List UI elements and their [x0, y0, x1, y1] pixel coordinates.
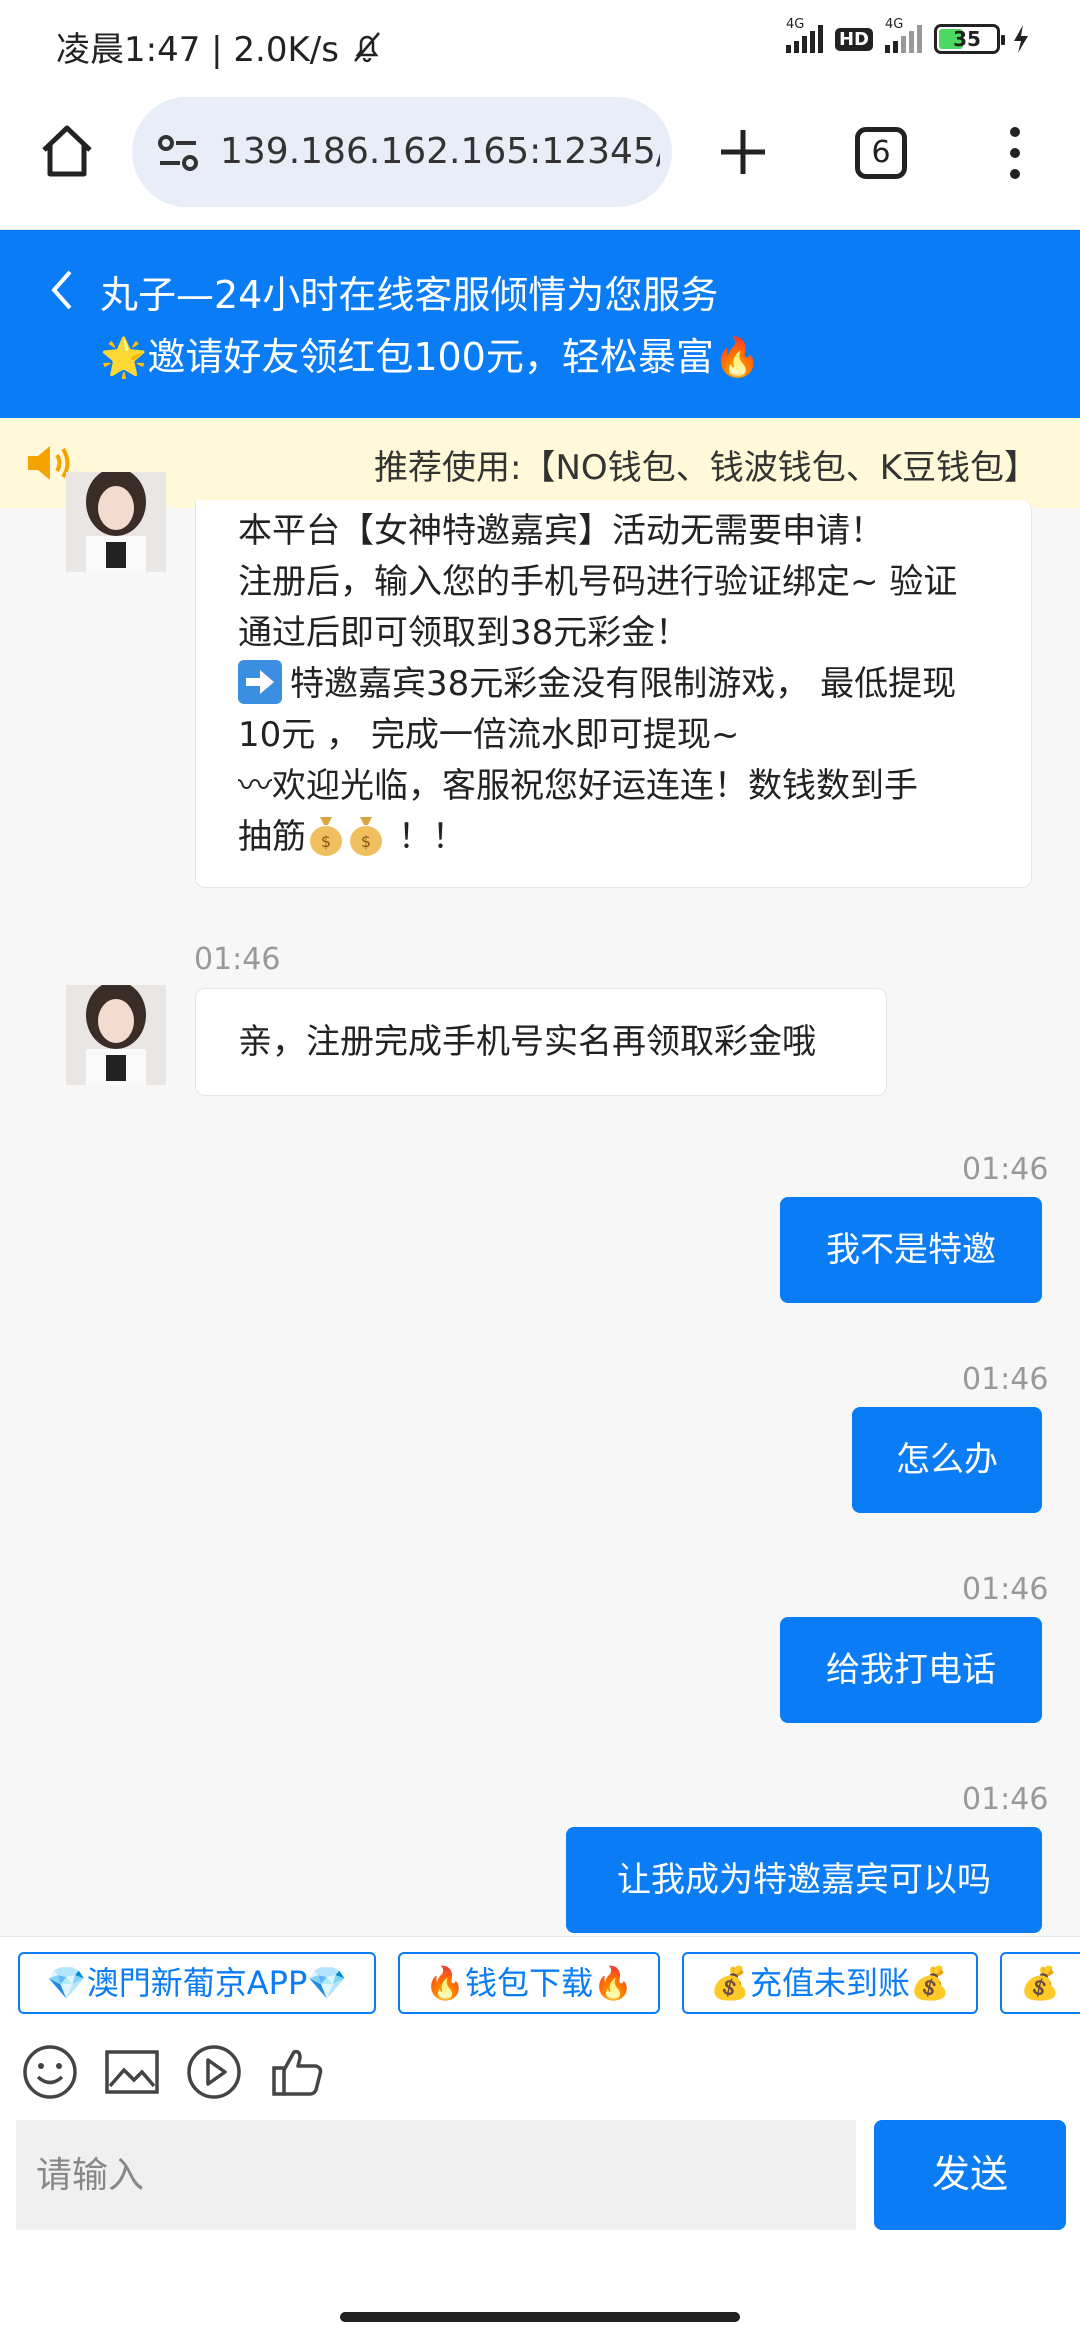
input-toolbar	[0, 2032, 1080, 2120]
bottom-area	[0, 2230, 1080, 2340]
message-line-text: 特邀嘉宾38元彩金没有限制游戏， 最低提现	[290, 664, 957, 704]
message-line: 本平台【女神特邀嘉宾】活动无需要申请！	[238, 511, 884, 551]
tab-switcher-button[interactable]: 6	[855, 127, 907, 179]
message-bubble-incoming: 亲，注册完成手机号实名再领取彩金哦	[195, 988, 887, 1096]
message-bubble-outgoing: 我不是特邀	[780, 1197, 1042, 1303]
message-time: 01:46	[962, 1152, 1049, 1187]
home-icon[interactable]	[38, 122, 96, 180]
thumbs-up-icon[interactable]	[268, 2042, 328, 2102]
battery-icon: 35	[934, 24, 1005, 54]
quick-reply-chip[interactable]: 💎澳門新葡京APP💎	[18, 1952, 376, 2014]
battery-level: 35	[953, 27, 981, 51]
charging-icon	[1014, 25, 1028, 53]
status-right: 4G HD 4G 35	[785, 17, 1030, 54]
message-line: 抽筋 $ $ ！！	[238, 812, 1001, 863]
avatar[interactable]	[66, 985, 166, 1085]
money-bag-icon: $	[310, 816, 342, 856]
message-line: 通过后即可领取到38元彩金！	[238, 613, 690, 653]
chat-header: 丸子—24小时在线客服倾情为您服务 🌟邀请好友领红包100元，轻松暴富🔥	[0, 230, 1080, 418]
status-left: 凌晨1:47 | 2.0K/s	[56, 22, 385, 71]
notice-text: 推荐使用:【NO钱包、钱波钱包、K豆钱包】	[374, 448, 1038, 488]
quick-reply-chip[interactable]: 💰充值未到账💰	[682, 1952, 978, 2014]
signal-1-icon: 4G	[785, 17, 823, 53]
url-text[interactable]: 139.186.162.165:12345/xinpujing	[220, 131, 660, 172]
money-bag-icon: $	[350, 816, 382, 856]
svg-text:$: $	[361, 832, 371, 851]
header-subtitle: 🌟邀请好友领红包100元，轻松暴富🔥	[100, 335, 762, 379]
header-title: 丸子—24小时在线客服倾情为您服务	[100, 273, 719, 317]
network-label-2: 4G	[885, 17, 904, 32]
avatar[interactable]	[66, 472, 166, 572]
message-line: 10元 ， 完成一倍流水即可提现~	[238, 715, 740, 755]
home-indicator[interactable]	[340, 2312, 740, 2322]
url-bar[interactable]: 139.186.162.165:12345/xinpujing	[132, 97, 672, 207]
agent-avatar-icon	[66, 472, 166, 572]
message-line-text: ！！	[398, 817, 466, 857]
agent-avatar-icon	[66, 985, 166, 1085]
video-icon[interactable]	[184, 2042, 244, 2102]
input-row: 发送	[0, 2120, 1080, 2230]
message-bubble-outgoing: 怎么办	[852, 1407, 1042, 1513]
message-line: 注册后，输入您的手机号码进行验证绑定~ 验证	[238, 562, 958, 602]
send-button[interactable]: 发送	[874, 2120, 1066, 2230]
message-bubble-incoming: 本平台【女神特邀嘉宾】活动无需要申请！ 注册后，输入您的手机号码进行验证绑定~ …	[195, 500, 1032, 888]
quick-reply-chip[interactable]: 💰	[1000, 1952, 1080, 2014]
site-settings-icon[interactable]	[154, 129, 202, 177]
more-vert-icon[interactable]	[1000, 124, 1030, 182]
emoji-icon[interactable]	[20, 2042, 80, 2102]
message-time: 01:46	[962, 1572, 1049, 1607]
message-line: 特邀嘉宾38元彩金没有限制游戏， 最低提现	[238, 659, 1001, 710]
quick-reply-chip[interactable]: 🔥钱包下载🔥	[398, 1952, 660, 2014]
quick-replies-bar: 💎澳門新葡京APP💎 🔥钱包下载🔥 💰充值未到账💰 💰	[0, 1936, 1080, 2032]
message-line: 〰欢迎光临，客服祝您好运连连！数钱数到手	[238, 766, 918, 806]
plus-icon[interactable]	[715, 124, 771, 180]
svg-text:$: $	[321, 832, 331, 851]
message-input[interactable]	[16, 2120, 856, 2230]
back-chevron-icon[interactable]	[44, 266, 80, 314]
bell-muted-icon	[354, 31, 380, 62]
message-bubble-outgoing: 让我成为特邀嘉宾可以吗	[566, 1827, 1042, 1933]
message-time: 01:46	[962, 1362, 1049, 1397]
hd-badge: HD	[834, 27, 873, 51]
status-bar: 凌晨1:47 | 2.0K/s 4G HD 4G 35	[0, 0, 1080, 92]
status-time-speed: 凌晨1:47 | 2.0K/s	[56, 30, 339, 70]
message-time: 01:46	[194, 942, 281, 977]
message-time: 01:46	[962, 1782, 1049, 1817]
browser-toolbar: 139.186.162.165:12345/xinpujing 6	[0, 92, 1080, 230]
signal-2-icon: 4G	[885, 17, 922, 53]
network-label-1: 4G	[785, 17, 805, 32]
image-icon[interactable]	[102, 2042, 162, 2102]
message-bubble-outgoing: 给我打电话	[780, 1617, 1042, 1723]
message-line-text: 抽筋	[238, 817, 306, 857]
arrow-right-icon	[238, 659, 282, 704]
